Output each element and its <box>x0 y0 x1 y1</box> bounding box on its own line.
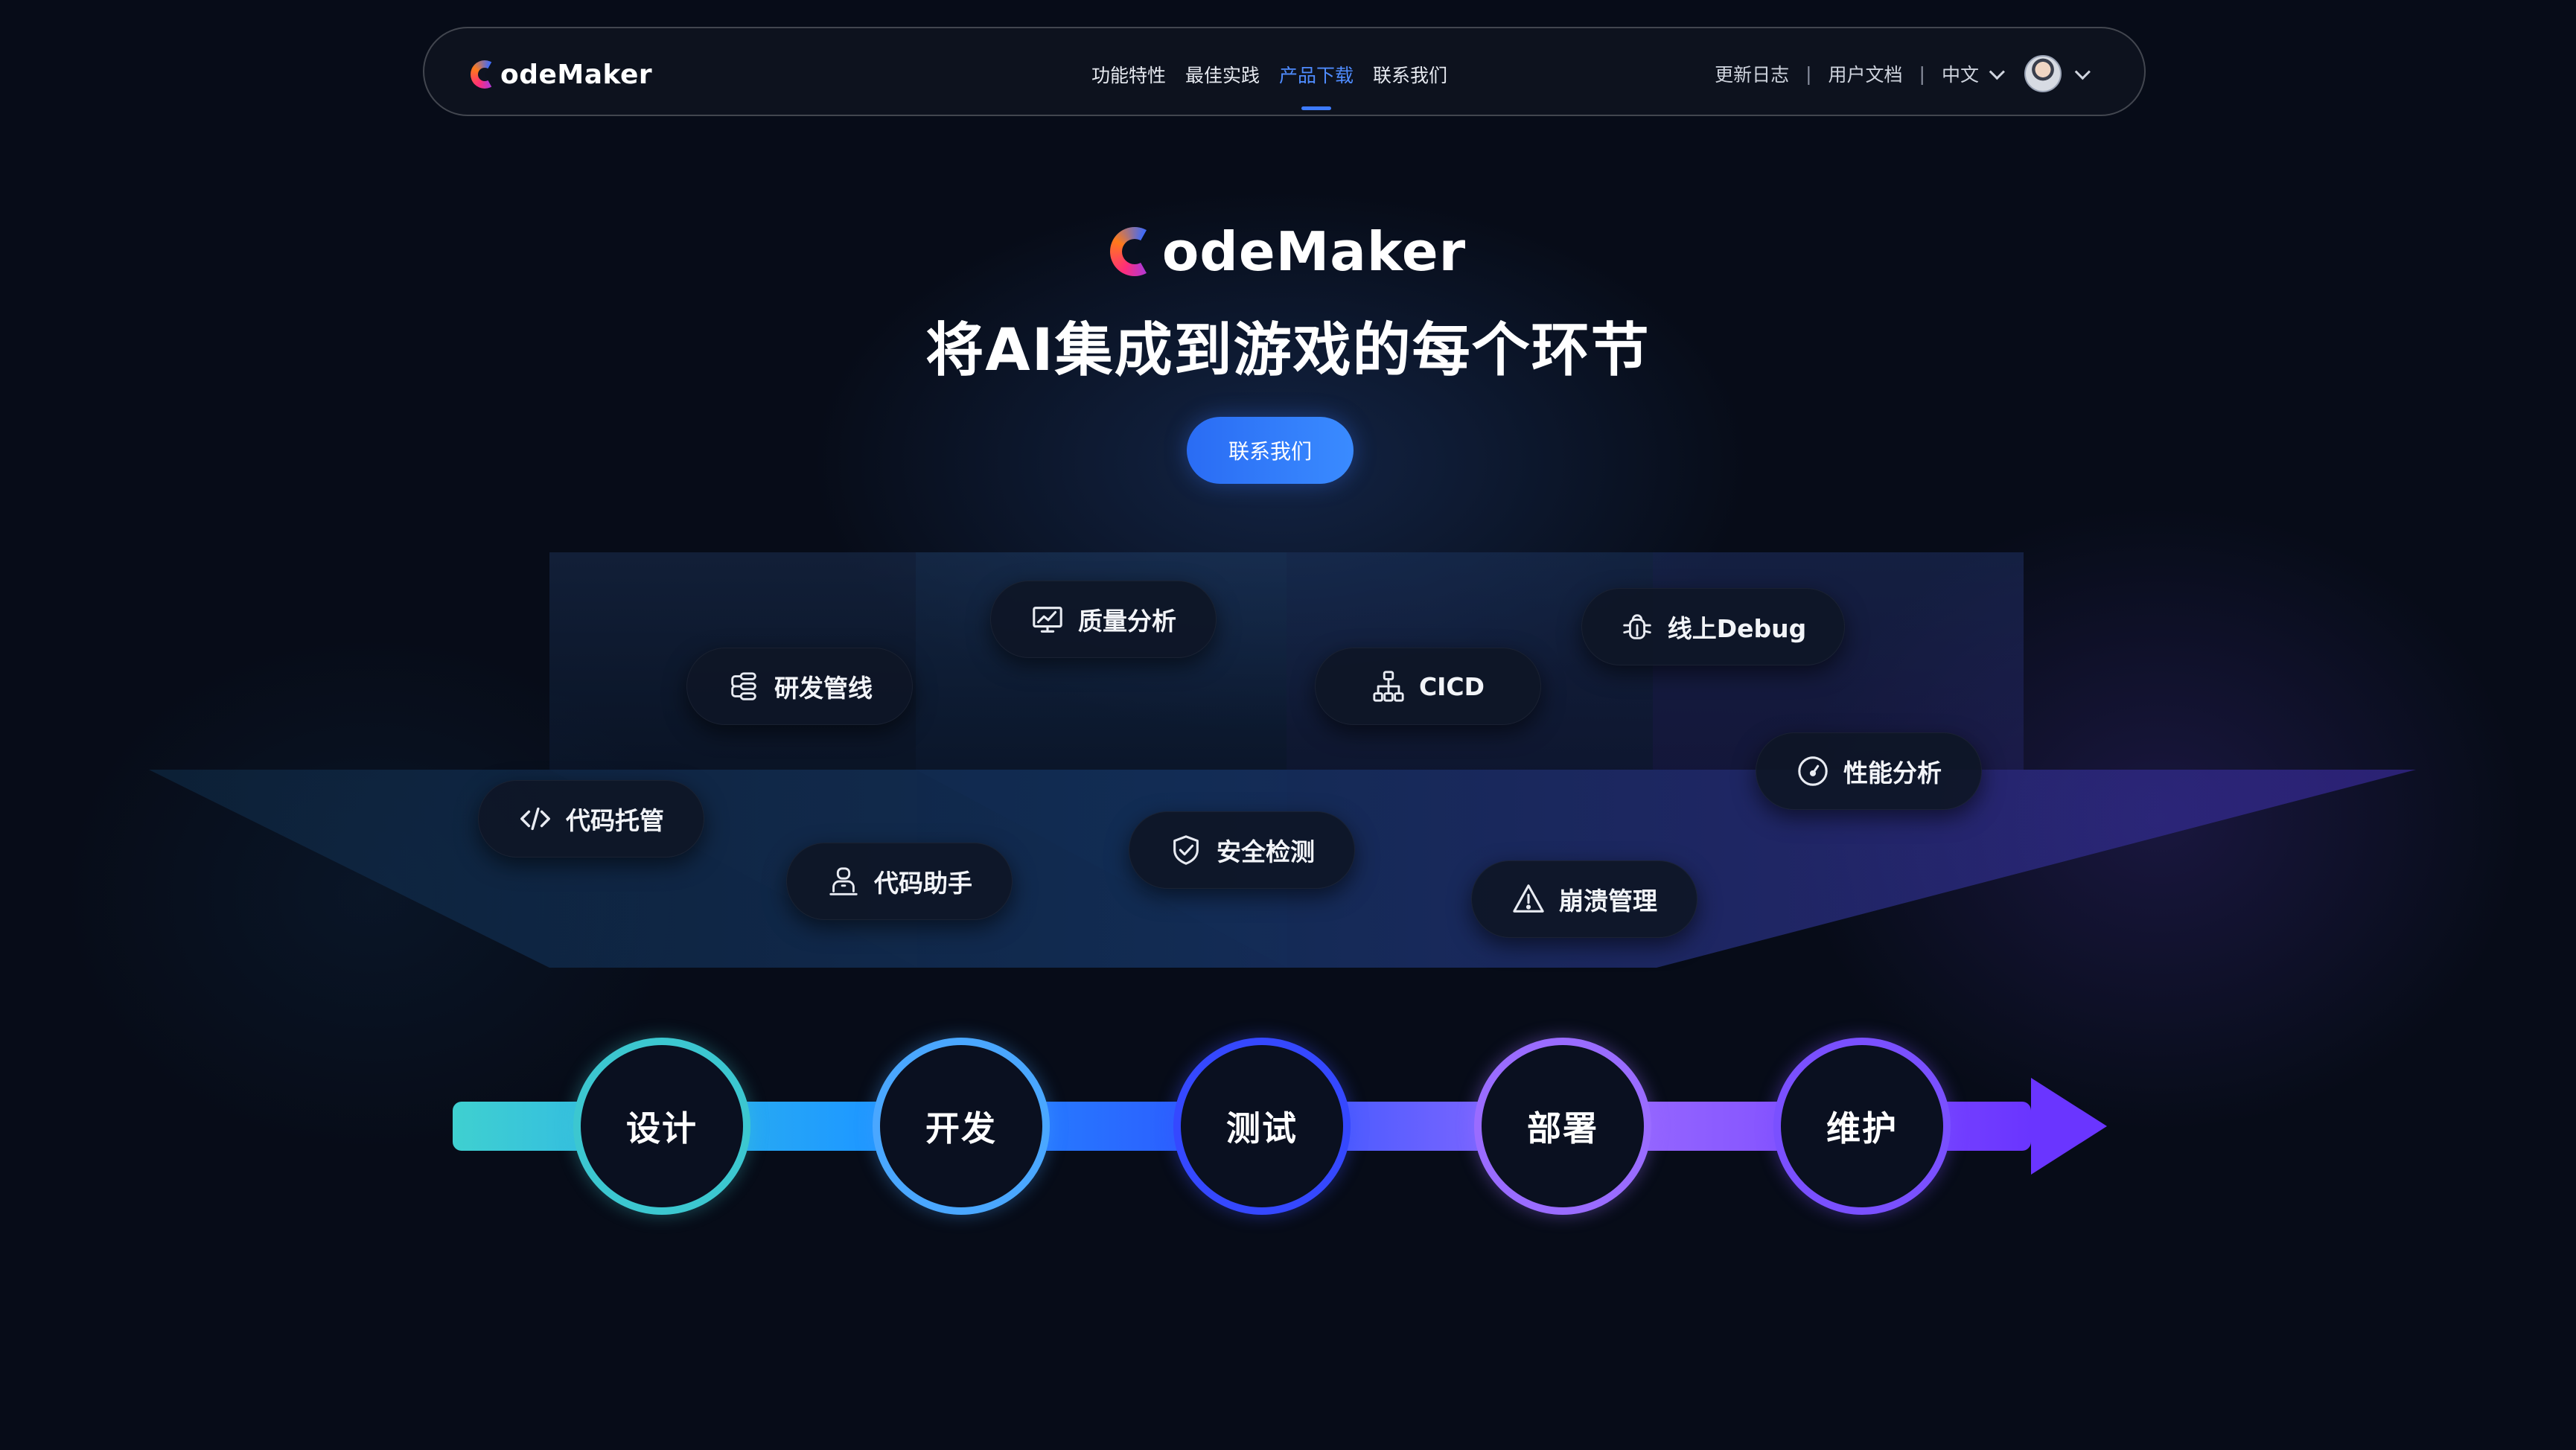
stage-label: 维护 <box>1826 1108 1898 1149</box>
feature-label: 代码托管 <box>566 806 664 835</box>
nav-link-contact[interactable]: 联系我们 <box>1373 61 1447 88</box>
stage-label: 测试 <box>1226 1108 1298 1149</box>
stage-label: 开发 <box>925 1108 997 1149</box>
avatar <box>2024 55 2062 92</box>
feature-label: 性能分析 <box>1843 758 1942 788</box>
feature-label: 质量分析 <box>1078 607 1176 636</box>
hero-title: 将AI集成到游戏的每个环节 <box>925 317 1651 384</box>
hierarchy-icon <box>1371 669 1406 703</box>
feature-label: 线上Debug <box>1667 614 1807 643</box>
nav-right-group: 更新日志 | 用户文档 | 中文 <box>1715 55 2091 92</box>
feature-pill-cicd[interactable]: CICD <box>1315 648 1541 725</box>
feature-pill-code-assistant[interactable]: 代码助手 <box>786 843 1013 920</box>
stage-label: 设计 <box>626 1108 698 1149</box>
page-root: odeMaker 功能特性 最佳实践 产品下载 联系我们 更新日志 | 用户文档… <box>0 0 2576 1450</box>
feature-pill-quality-analysis[interactable]: 质量分析 <box>990 581 1217 658</box>
nav-separator: | <box>1919 63 1925 85</box>
feature-label: CICD <box>1418 671 1485 701</box>
stage-test[interactable]: 测试 <box>1173 1038 1351 1215</box>
nav-link-features[interactable]: 功能特性 <box>1091 61 1166 88</box>
nav-link-best-practices[interactable]: 最佳实践 <box>1185 61 1260 88</box>
feature-label: 研发管线 <box>774 674 873 703</box>
feature-pill-crash-management[interactable]: 崩溃管理 <box>1471 860 1697 938</box>
stage-label: 部署 <box>1527 1108 1598 1149</box>
changelog-link[interactable]: 更新日志 <box>1715 60 1789 87</box>
stage-maintain[interactable]: 维护 <box>1773 1038 1951 1215</box>
nav-link-downloads[interactable]: 产品下载 <box>1279 61 1354 110</box>
feature-label: 安全检测 <box>1217 837 1315 866</box>
user-menu[interactable] <box>2024 55 2091 92</box>
lifecycle-diagram <box>149 552 2416 1175</box>
logo-mark-icon <box>1110 227 1148 276</box>
pipeline-icon <box>727 669 761 703</box>
feature-pill-rd-pipeline[interactable]: 研发管线 <box>686 648 913 725</box>
bug-icon <box>1620 610 1654 644</box>
stage-develop[interactable]: 开发 <box>873 1038 1050 1215</box>
top-navbar: odeMaker 功能特性 最佳实践 产品下载 联系我们 更新日志 | 用户文档… <box>423 27 2146 116</box>
feature-label: 代码助手 <box>874 869 972 898</box>
hero-logo-text: odeMaker <box>1161 220 1467 283</box>
active-tab-indicator <box>1301 106 1331 110</box>
feature-pill-code-hosting[interactable]: 代码托管 <box>478 780 704 857</box>
assistant-icon <box>826 864 861 898</box>
feature-pill-online-debug[interactable]: 线上Debug <box>1581 588 1845 665</box>
nav-link-downloads-label: 产品下载 <box>1279 65 1354 86</box>
timeline-arrowhead <box>2031 1078 2107 1175</box>
code-icon <box>518 802 552 836</box>
chevron-down-icon <box>1989 63 2005 80</box>
stage-design[interactable]: 设计 <box>573 1038 750 1215</box>
language-selector[interactable]: 中文 <box>1941 60 2005 87</box>
feature-pill-security-scan[interactable]: 安全检测 <box>1129 811 1355 889</box>
docs-link[interactable]: 用户文档 <box>1829 60 1903 87</box>
shield-check-icon <box>1169 833 1203 867</box>
warning-icon <box>1511 882 1546 916</box>
feature-pill-performance-analysis[interactable]: 性能分析 <box>1756 732 1982 810</box>
stage-deploy[interactable]: 部署 <box>1474 1038 1651 1215</box>
monitor-chart-icon <box>1030 602 1065 636</box>
hero-logo: odeMaker <box>0 220 2576 283</box>
language-label: 中文 <box>1941 64 1979 86</box>
contact-us-button[interactable]: 联系我们 <box>1187 417 1354 484</box>
gauge-icon <box>1796 754 1830 788</box>
nav-separator: | <box>1805 63 1812 85</box>
feature-label: 崩溃管理 <box>1559 887 1657 916</box>
